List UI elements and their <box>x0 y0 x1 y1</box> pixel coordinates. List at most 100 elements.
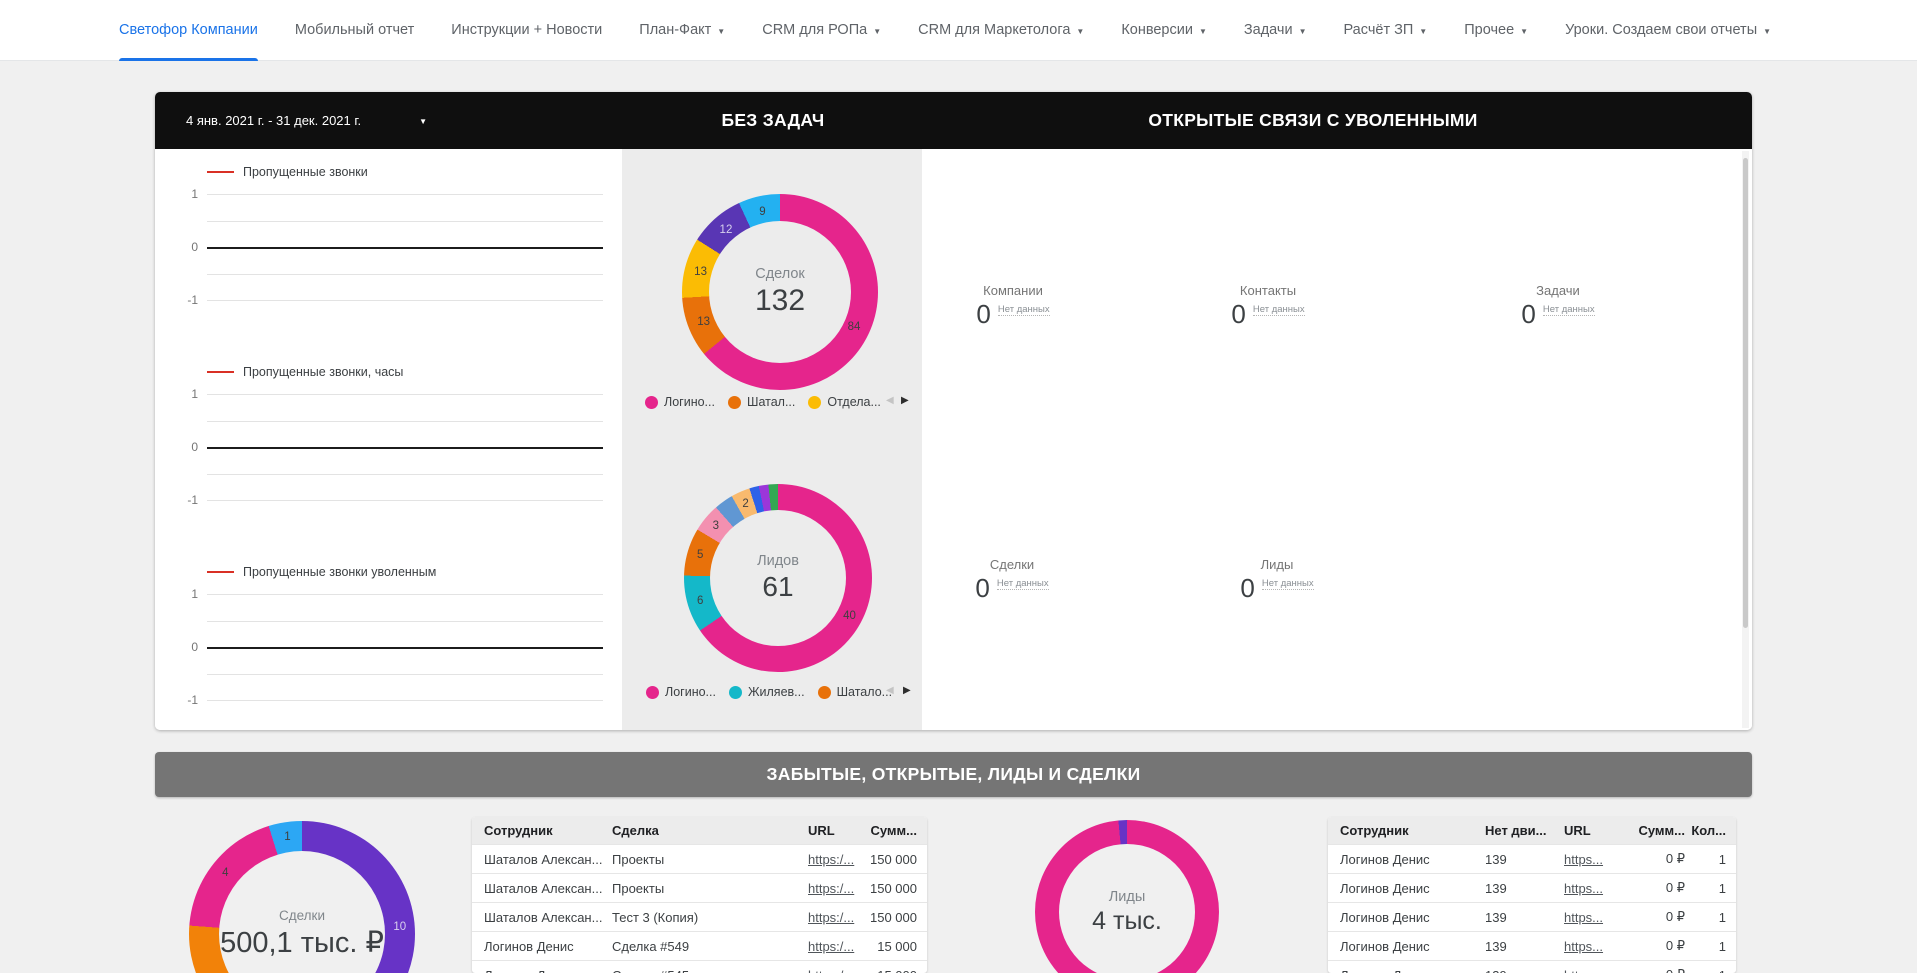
legend-series-name: Пропущенные звонки уволенным <box>243 564 437 579</box>
column-header: URL <box>1564 823 1591 838</box>
report-header-bar: 4 янв. 2021 г. - 31 дек. 2021 г. ▼ БЕЗ З… <box>155 92 1752 149</box>
legend-item[interactable]: Логино... <box>645 395 715 409</box>
url-link[interactable]: https... <box>1564 852 1621 867</box>
url-link[interactable]: https:/... <box>808 910 860 925</box>
gridline <box>207 221 603 222</box>
url-link[interactable]: https:/... <box>808 881 860 896</box>
table-cell: Шаталов Алексан... <box>484 909 603 925</box>
nav-tab[interactable]: Прочее ▼ <box>1464 0 1528 61</box>
nav-tab-label: CRM для РОПа <box>762 22 868 38</box>
table-cell: 150 000 <box>870 851 917 867</box>
nav-tab[interactable]: Конверсии ▼ <box>1121 0 1207 61</box>
column-header: Сумм... <box>1638 823 1685 838</box>
y-axis-tick: -1 <box>187 693 198 707</box>
nav-tab-label: Прочее <box>1464 22 1515 38</box>
column-header: Сумм... <box>870 823 917 838</box>
legend-prev-arrow[interactable]: ◀ <box>886 685 894 696</box>
nav-tab[interactable]: Светофор Компании <box>119 0 258 61</box>
nav-tab[interactable]: CRM для РОПа ▼ <box>762 0 881 61</box>
legend-color-dot <box>646 685 659 699</box>
table-row: Логинов Денис139https...0 ₽1 <box>1328 902 1736 931</box>
metric-value: 0 <box>976 299 991 329</box>
legend-prev-arrow[interactable]: ◀ <box>886 395 894 406</box>
url-link[interactable]: https:/... <box>808 852 860 867</box>
legend-item[interactable]: Отдела... <box>808 395 881 409</box>
metric-no-data-note: Нет данных <box>997 304 1050 316</box>
table-cell: Логинов Денис <box>484 968 612 973</box>
table-cell: 15 000 <box>860 968 917 973</box>
column-header: Кол... <box>1691 823 1726 838</box>
column-header: URL <box>808 823 835 838</box>
url-link[interactable]: https:/... <box>808 939 860 954</box>
chevron-down-icon: ▼ <box>1520 26 1529 36</box>
line-chart: Пропущенные звонки 1 0 -1 <box>155 164 622 324</box>
panel-scrollbar-thumb[interactable] <box>1743 158 1748 628</box>
table-row: Логинов Денис139https...0 ₽1 <box>1328 931 1736 960</box>
nav-tab[interactable]: Расчёт ЗП ▼ <box>1343 0 1427 61</box>
nav-tab[interactable]: Уроки. Создаем свои отчеты ▼ <box>1565 0 1771 61</box>
url-link[interactable]: https... <box>1564 881 1621 896</box>
metric-no-data-note: Нет данных <box>1252 304 1305 316</box>
legend-item[interactable]: Шатало... <box>817 685 893 699</box>
gridline <box>207 700 603 701</box>
legend-series-name: Пропущенные звонки <box>243 164 368 179</box>
legend-item-label: Шатало... <box>836 685 893 699</box>
url-link[interactable]: https... <box>1564 910 1621 925</box>
legend-next-arrow[interactable]: ▶ <box>901 395 909 406</box>
nav-tab[interactable]: План-Факт ▼ <box>639 0 725 61</box>
table-cell: Логинов Денис <box>1340 880 1430 896</box>
legend-item[interactable]: Логино... <box>646 685 716 699</box>
table-cell: 139 <box>1485 938 1507 954</box>
donut-hole <box>710 510 846 646</box>
url-link[interactable]: https:/... <box>808 968 860 973</box>
url-link[interactable]: https... <box>1564 939 1621 954</box>
nav-tab-label: Задачи <box>1243 22 1293 38</box>
y-axis-tick: 0 <box>191 640 198 654</box>
legend-item-label: Шатал... <box>746 395 796 409</box>
y-axis-tick: -1 <box>187 493 198 507</box>
nav-tab[interactable]: Мобильный отчет <box>295 0 414 61</box>
legend-series-name: Пропущенные звонки, часы <box>243 364 404 379</box>
nav-tab[interactable]: CRM для Маркетолога ▼ <box>918 0 1084 61</box>
nav-tab[interactable]: Задачи ▼ <box>1244 0 1307 61</box>
chevron-down-icon: ▼ <box>419 117 428 126</box>
zero-gridline <box>207 447 603 449</box>
table-cell: 1 <box>1718 909 1726 925</box>
table-cell: 139 <box>1485 880 1507 896</box>
table-cell: 1 <box>1718 880 1726 896</box>
table-cell: Сделка #545 <box>612 968 808 973</box>
y-axis-tick: 1 <box>191 387 198 401</box>
date-range-control[interactable]: 4 янв. 2021 г. - 31 дек. 2021 г. ▼ <box>186 92 427 149</box>
legend-next-arrow[interactable]: ▶ <box>903 685 911 696</box>
chevron-down-icon: ▼ <box>1076 26 1085 36</box>
nav-tabs: Светофор Компании Мобильный отчет Инструкц… <box>0 0 1917 61</box>
table-row: Логинов Денис139https...0 ₽1 <box>1328 960 1736 973</box>
chevron-down-icon: ▼ <box>1298 26 1307 36</box>
deals-count-donut: Сделок 132 84 13 13 12 9 <box>682 194 878 390</box>
leads-table: Сотрудник Нет дви... URL Сумм... Кол... Логин… <box>1328 817 1736 973</box>
legend-color-dot <box>728 685 742 699</box>
y-axis-tick: 1 <box>191 187 198 201</box>
table-cell: Тест 3 (Копия) <box>612 909 699 925</box>
donut-hole <box>1059 844 1195 973</box>
nav-tab[interactable]: Инструкции + Новости <box>451 0 602 61</box>
zero-gridline <box>207 247 603 249</box>
table-cell: Логинов Денис <box>1340 968 1485 973</box>
metric-value-row: 0 Нет данных <box>1212 574 1342 602</box>
legend-item[interactable]: Жиляев... <box>728 685 805 699</box>
metric-value-row: 0 Нет данных <box>1203 300 1333 328</box>
metric-no-data-note: Нет данных <box>1542 304 1595 316</box>
table-header-row: Сотрудник Нет дви... URL Сумм... Кол... <box>1328 817 1736 844</box>
table-row: Шаталов Алексан... Тест 3 (Копия) https:/.… <box>472 902 927 931</box>
url-link[interactable]: https... <box>1564 968 1621 973</box>
leads-donut-legend: Логино... Жиляев... Шатало... <box>646 684 892 700</box>
metric-no-data-note: Нет данных <box>996 578 1049 590</box>
legend-item[interactable]: Шатал... <box>727 395 796 409</box>
metric-label: Сделки <box>989 557 1035 572</box>
leads-count-donut: Лидов 61 40 6 5 3 2 <box>684 484 872 672</box>
metric-label: Компании <box>983 283 1043 298</box>
legend-item-label: Отдела... <box>827 395 881 409</box>
scorecard-metric: Лиды 0 Нет данных <box>1212 557 1342 602</box>
deals-table: Сотрудник Сделка URL Сумм... Шаталов Алексан… <box>472 817 927 973</box>
table-cell: Логинов Денис <box>1340 938 1430 954</box>
